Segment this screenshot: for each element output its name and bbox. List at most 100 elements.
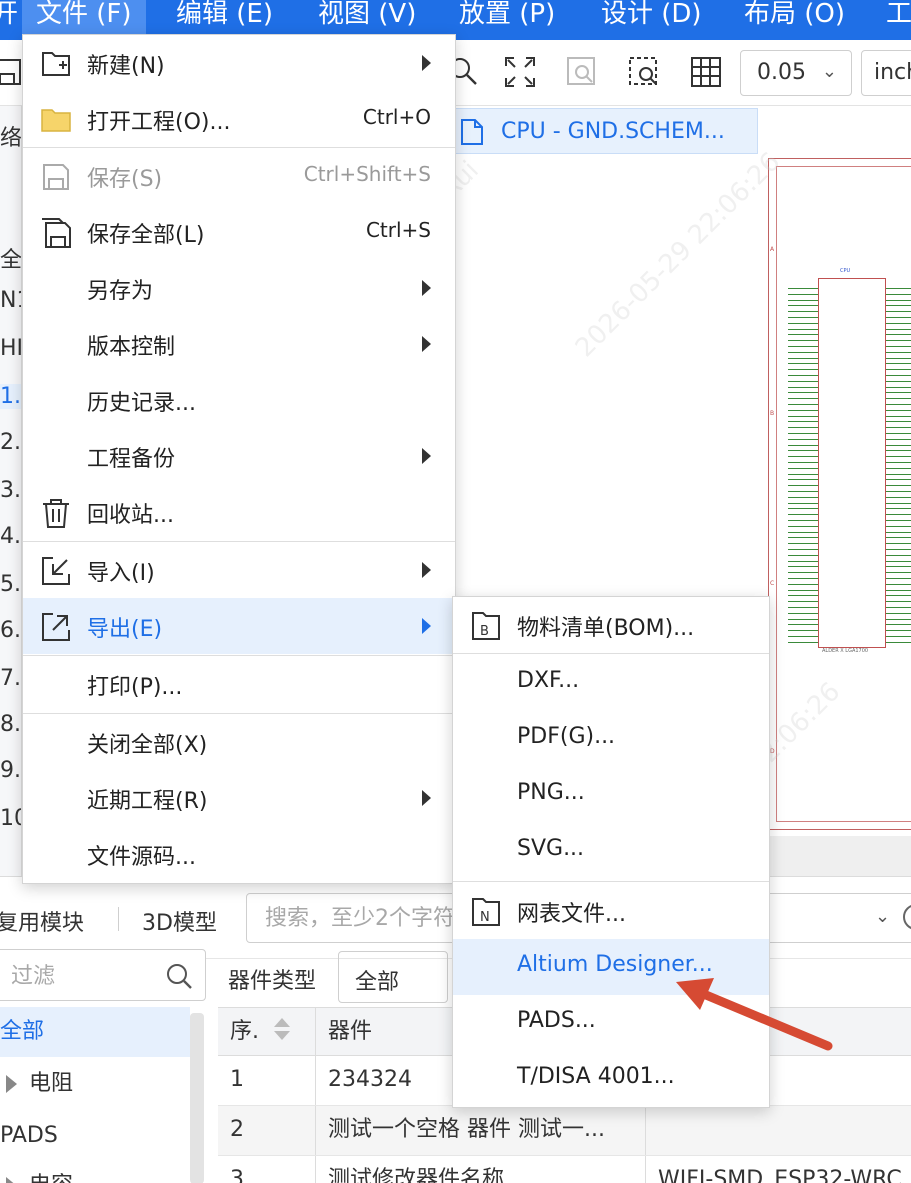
tree-label[interactable]: 2. [0,430,21,455]
tree-label[interactable]: 1. [0,384,21,409]
pin-line [788,630,818,632]
menu-item-print[interactable]: 打印(P)... [23,656,455,712]
menu-tools[interactable]: 工 [886,0,911,34]
row-extra [646,1106,911,1155]
sort-icon[interactable] [272,1012,292,1055]
tree-label[interactable]: 10 [0,806,21,831]
pin-line [788,514,818,516]
pin-line [788,583,818,585]
pin-line [886,479,911,481]
column-header-label: 序. [230,1019,259,1044]
caret-right-icon[interactable] [6,1075,17,1093]
category-item[interactable]: 电容 [0,1161,190,1183]
pin-line [788,409,818,411]
menu-item-version-control[interactable]: 版本控制 [23,316,455,372]
tree-label[interactable]: N1_ [0,288,21,313]
menu-item-open-project[interactable]: 打开工程(O)... Ctrl+O [23,91,455,147]
menu-item-recycle-bin[interactable]: 回收站... [23,484,455,540]
cpu-symbol[interactable] [818,278,886,648]
menu-item-recent-projects[interactable]: 近期工程(R) [23,770,455,826]
menu-file[interactable]: 文件 (F) [22,0,146,34]
export-item-altium[interactable]: Altium Designer... [453,939,769,995]
export-item-label: Altium Designer... [517,952,713,977]
export-item-bom[interactable]: B 物料清单(BOM)... [453,597,769,653]
menu-item-history[interactable]: 历史记录... [23,372,455,428]
tree-label: 络 [0,126,22,151]
pin-line [788,479,818,481]
category-item[interactable]: 全部 [0,1007,190,1057]
menu-item-import[interactable]: 导入(I) [23,542,455,598]
menu-design[interactable]: 设计 (D) [601,0,702,34]
tree-label[interactable]: 7. [0,666,21,691]
filter-input[interactable] [11,962,151,990]
tree-scrollbar[interactable] [190,1013,204,1183]
tab-reuse-module[interactable]: 复用模块 [0,905,84,937]
tree-label[interactable]: 5. [0,572,21,597]
submenu-arrow-icon [422,280,431,296]
pin-line [886,421,911,423]
pin-line [788,502,818,504]
export-item-png[interactable]: PNG... [453,767,769,823]
export-item-dxf[interactable]: DXF... [453,655,769,711]
tree-label[interactable]: 4. [0,524,21,549]
menu-item-file-source[interactable]: 文件源码... [23,826,455,882]
menu-start[interactable]: 开 [0,0,18,34]
zoom-area-icon[interactable] [626,54,662,90]
pin-line [886,589,911,591]
menu-edit[interactable]: 编辑 (E) [176,0,273,34]
menu-item-shortcut: Ctrl+Shift+S [303,162,431,186]
grid-size-select[interactable]: 0.05 ⌄ [740,50,852,96]
export-item-tdisa[interactable]: T/DISA 4001... [453,1051,769,1107]
tree-label[interactable]: 9. [0,758,21,783]
pin-line [886,317,911,318]
tree-label[interactable]: HI [0,336,21,361]
column-header-index[interactable]: 序. [218,1008,316,1055]
menu-item-project-backup[interactable]: 工程备份 [23,428,455,484]
menu-item-save-all[interactable]: 保存全部(L) Ctrl+S [23,204,455,260]
pin-line [886,566,911,568]
category-item[interactable]: PADS [0,1111,190,1161]
export-item-pdf[interactable]: PDF(G)... [453,711,769,767]
menu-item-save-as[interactable]: 另存为 [23,260,455,316]
menu-item-close-all[interactable]: 关闭全部(X) [23,714,455,770]
fit-view-icon[interactable] [502,54,538,90]
tree-label[interactable]: 8. [0,712,21,737]
menu-layout[interactable]: 布局 (O) [744,0,845,34]
menu-item-label: 另存为 [87,279,154,304]
tree-label[interactable]: 6. [0,618,21,643]
menu-item-shortcut: Ctrl+O [362,105,431,129]
caret-right-icon[interactable] [6,1177,17,1183]
menu-item-export[interactable]: 导出(E) [23,598,455,654]
menu-item-new[interactable]: 新建(N) [23,35,455,91]
pin-line [788,578,818,579]
pin-line [788,293,818,295]
table-row[interactable]: 2 测试一个空格 器件 测试一... [218,1106,911,1156]
tree-label[interactable]: 3. [0,478,21,503]
menu-divider [453,881,769,882]
menu-place[interactable]: 放置 (P) [459,0,555,34]
folder-icon [39,103,73,137]
export-item-netlist[interactable]: N 网表文件... [453,883,769,939]
device-type-select[interactable]: 全部 [338,951,448,1003]
unit-select[interactable]: inch [861,50,911,96]
menu-view[interactable]: 视图 (V) [318,0,416,34]
pin-line [788,334,818,336]
category-item[interactable]: 电阻 [0,1059,190,1109]
chevron-down-icon[interactable]: ⌄ [875,906,890,927]
export-item-pads[interactable]: PADS... [453,995,769,1051]
export-item-svg[interactable]: SVG... [453,823,769,879]
tab-3d-model[interactable]: 3D模型 [142,905,217,937]
search-icon[interactable] [165,962,193,990]
pin-line [788,311,818,313]
pin-line [886,328,911,330]
document-tab[interactable]: CPU - GND.SCHEM... [452,108,758,154]
grid-icon[interactable] [688,54,724,90]
row-device-name: 测试一个空格 器件 测试一... [316,1106,646,1155]
table-row[interactable]: 3 测试修改器件名称 WIFI-SMD_ESP32-WRC [218,1156,911,1183]
help-icon[interactable] [903,904,911,930]
menu-item-label: 打印(P)... [87,675,183,700]
zoom-selection-icon[interactable] [564,54,600,90]
tab-divider [118,907,119,931]
menu-item-save[interactable]: 保存(S) Ctrl+Shift+S [23,148,455,204]
pin-line [788,427,818,429]
